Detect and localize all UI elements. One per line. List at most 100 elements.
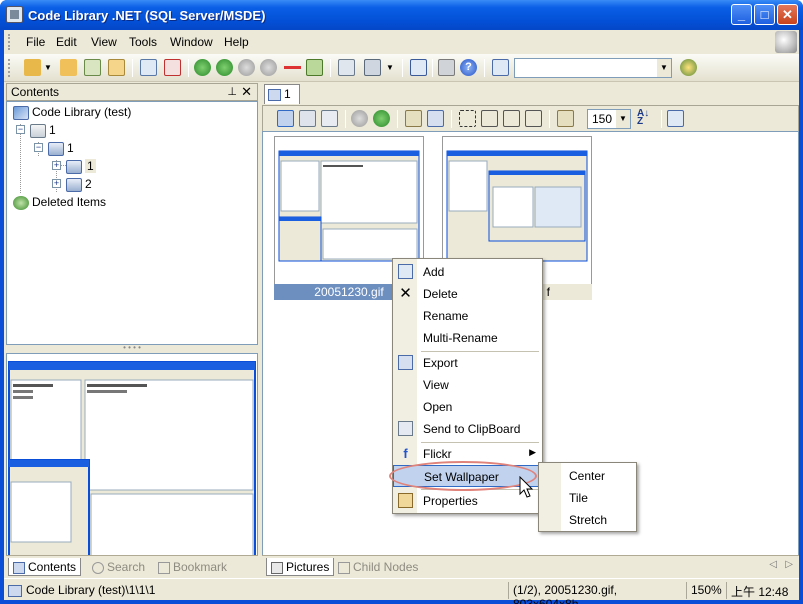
tree-deleted-items[interactable]: Deleted Items [13,195,106,211]
find-icon[interactable] [492,59,509,76]
title-bar[interactable]: Code Library .NET (SQL Server/MSDE) _ □ … [0,0,803,30]
export-image-icon[interactable] [427,110,444,127]
menu-export[interactable]: Export [393,352,542,374]
thumbnails-view-icon[interactable] [277,110,294,127]
edit-icon[interactable] [557,110,574,127]
menu-view[interactable]: View [91,35,117,49]
details-view-icon[interactable] [321,110,338,127]
main-toolbar: ▼ ▼ ? ▼ [4,54,799,82]
forward-icon[interactable] [216,59,233,76]
menu-send-to-clipboard[interactable]: Send to ClipBoard [393,418,542,440]
menu-open[interactable]: Open [393,396,542,418]
separator [484,59,485,77]
submenu-tile[interactable]: Tile [569,491,588,505]
maximize-button[interactable]: □ [754,4,775,25]
tree-root[interactable]: Code Library (test) [13,105,131,121]
menu-tools[interactable]: Tools [129,35,157,49]
tree-node-1-1[interactable]: 1 [48,141,74,157]
back-icon[interactable] [194,59,211,76]
down-icon[interactable] [260,59,277,76]
contents-icon [13,561,25,574]
app-icon[interactable] [6,6,23,23]
expand-icon[interactable]: + [52,179,61,188]
new-note-icon[interactable] [108,59,125,76]
open-folder-icon[interactable] [24,59,41,76]
menu-multi-rename[interactable]: Multi-Rename [393,327,542,349]
menu-file[interactable]: File [26,35,45,49]
pin-icon[interactable]: ⊥ [227,85,237,98]
menu-label: Properties [423,494,478,508]
menu-view[interactable]: View [393,374,542,396]
separator [432,59,433,77]
print-icon[interactable] [364,59,381,76]
print-dropdown-icon[interactable]: ▼ [386,59,394,76]
tools-icon[interactable] [438,59,455,76]
help-icon[interactable]: ? [460,59,477,76]
minimize-button[interactable]: _ [731,4,752,25]
import-icon[interactable] [405,110,422,127]
pane-splitter[interactable]: • • • • [6,344,258,353]
tab-pictures[interactable]: Pictures [266,558,335,576]
new-item-icon[interactable] [84,59,101,76]
tab-search[interactable]: Search [88,558,149,576]
zoom-combo[interactable]: 150 ▼ [587,109,631,129]
menubar-grip[interactable] [8,34,11,50]
separator [188,59,189,77]
menu-window[interactable]: Window [170,35,213,49]
tree-node-1-1-1[interactable]: 1 [66,159,96,175]
copy-icon[interactable] [140,59,157,76]
dropdown-arrow-icon[interactable]: ▼ [44,59,52,76]
menu-gutter [539,463,561,531]
select-icon[interactable] [459,110,476,127]
scroll-right-icon[interactable]: ▷ [785,559,793,570]
menu-delete[interactable]: ✕ Delete [393,283,542,305]
scroll-left-icon[interactable]: ◁ [769,559,777,570]
menu-add[interactable]: Add [393,261,542,283]
indent-icon[interactable] [306,59,323,76]
bookmark-icon [158,561,170,574]
properties-icon [398,493,413,508]
node-icon [30,123,46,138]
frame-icon[interactable] [503,110,520,127]
status-bar: Code Library (test)\1\1\1 (1/2), 2005123… [4,578,799,604]
submenu-arrow-icon: ▶ [529,447,536,457]
search-combo[interactable]: ▼ [514,58,672,78]
highlight-circle [389,461,537,491]
crop-icon[interactable] [481,110,498,127]
folder-icon[interactable] [60,59,77,76]
go-icon[interactable] [680,59,697,76]
up-icon[interactable] [238,59,255,76]
delete-icon[interactable] [164,59,181,76]
tab-contents[interactable]: Contents [8,558,82,576]
collapse-icon[interactable]: − [16,125,25,134]
collapse-icon[interactable]: − [34,143,43,152]
tab-bookmark[interactable]: Bookmark [154,558,231,576]
menu-help[interactable]: Help [224,35,249,49]
submenu-stretch[interactable]: Stretch [569,513,607,527]
tab-child-nodes[interactable]: Child Nodes [334,558,422,576]
menu-label: Flickr [423,447,452,461]
draw-icon[interactable] [525,110,542,127]
submenu-center[interactable]: Center [569,469,605,483]
image-view-icon[interactable] [299,110,316,127]
tree-node-1-1-2[interactable]: 2 [66,177,92,193]
expand-icon[interactable]: + [52,161,61,170]
minus-icon[interactable] [284,59,301,76]
prev-icon[interactable] [351,110,368,127]
pane-close-icon[interactable]: ✕ [241,84,252,100]
child-nodes-icon [338,561,350,574]
tree-node-1[interactable]: 1 [30,123,56,139]
next-icon[interactable] [373,110,390,127]
combo-arrow-icon[interactable]: ▼ [657,59,671,77]
menu-rename[interactable]: Rename [393,305,542,327]
combo-arrow-icon[interactable]: ▼ [616,110,630,128]
close-button[interactable]: ✕ [777,4,798,25]
window-icon[interactable] [410,59,427,76]
menu-edit[interactable]: Edit [56,35,77,49]
toolbar-grip[interactable] [8,59,10,77]
doc-tab-1[interactable]: 1 [264,84,300,104]
separator [451,110,452,128]
preview-icon[interactable] [338,59,355,76]
slideshow-icon[interactable] [667,110,684,127]
sort-icon[interactable]: A↓ Z [637,109,654,127]
